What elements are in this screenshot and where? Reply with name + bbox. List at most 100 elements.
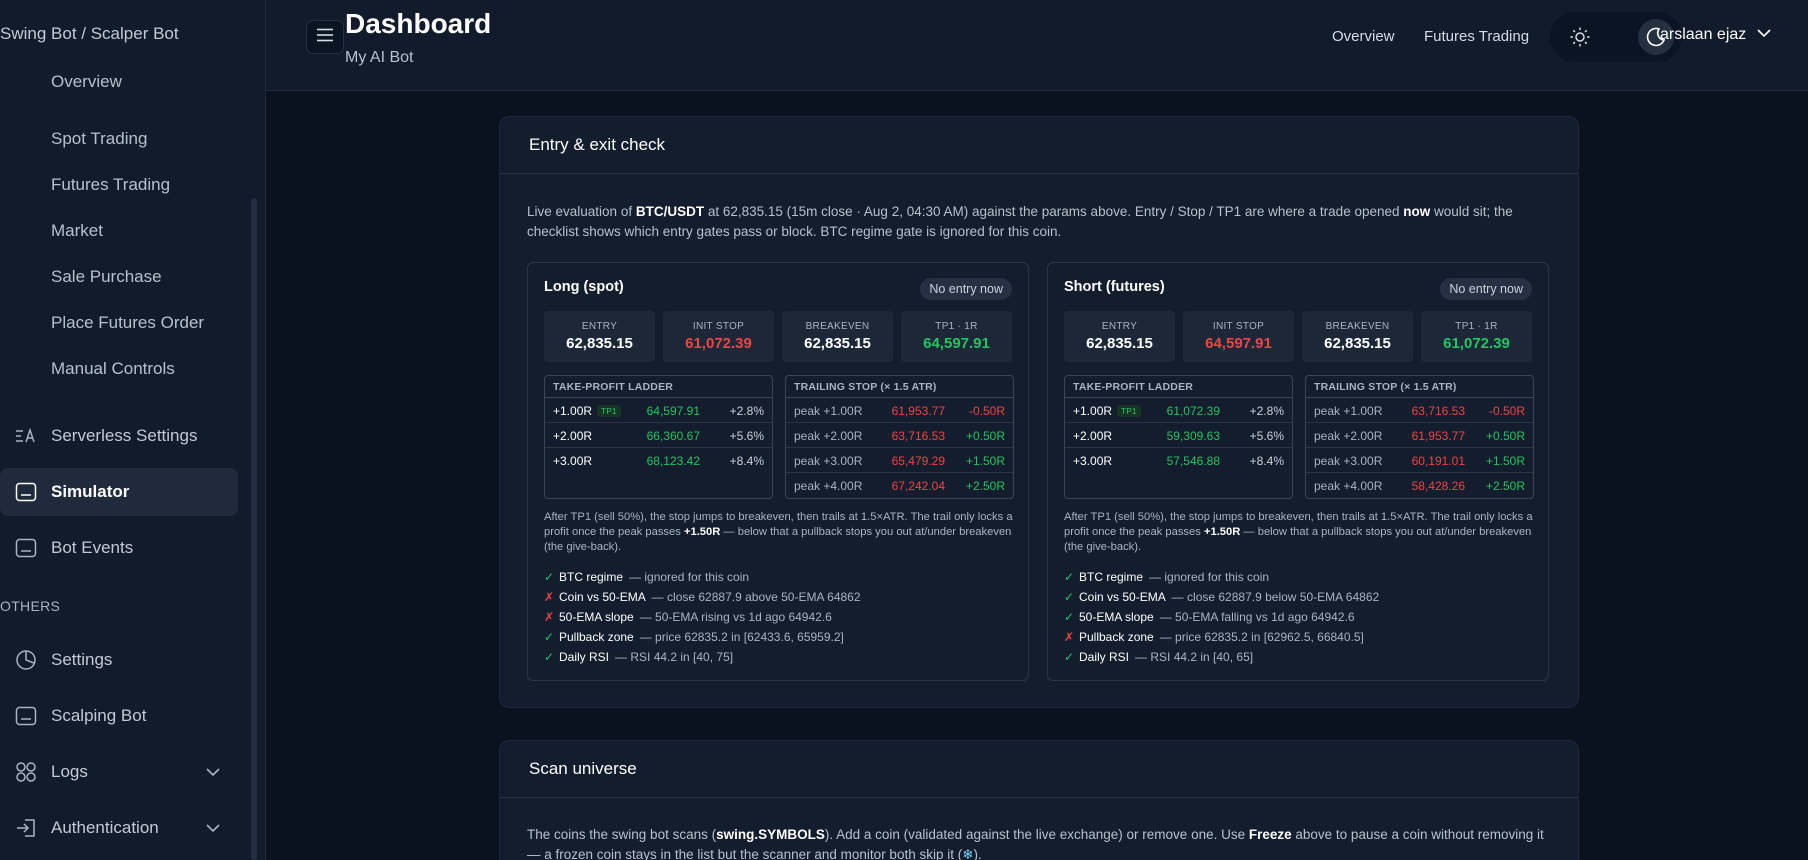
chevron-down-icon (1746, 26, 1772, 44)
check-item: ✓ Daily RSI — RSI 44.2 in [40, 75] (544, 650, 734, 664)
take-profit-ladder: TAKE-PROFIT LADDER +1.00R TP1 64,597.91 +2.… (544, 375, 773, 499)
trailing-stop-table: TRAILING STOP (× 1.5 ATR) peak +1.00R 63,… (1305, 375, 1534, 499)
sidebar-item-label: Simulator (51, 482, 130, 501)
status-badge: No entry now (920, 278, 1012, 300)
table-row: +3.00R 57,546.88 +8.4% (1073, 454, 1284, 468)
tp1-tag: TP1 (597, 405, 621, 417)
short-panel: Short (futures) No entry now ENTRY 62,835… (1047, 262, 1549, 681)
menu-icon (316, 28, 334, 47)
authentication-icon (14, 816, 38, 840)
table-row: peak +4.00R 67,242.04 +2.50R (794, 479, 1005, 493)
sidebar-item-label: Bot Events (51, 538, 134, 557)
sidebar-item-spot-trading[interactable]: Spot Trading (51, 129, 147, 149)
top-header: Dashboard My AI Bot Overview Futures Tra… (266, 0, 1808, 91)
sidebar-item-label: Settings (51, 650, 113, 669)
sun-icon[interactable] (1568, 25, 1592, 49)
stat-init-stop: INIT STOP 61,072.39 (663, 311, 774, 362)
user-name: arslaan ejaz (1660, 26, 1747, 43)
stat-breakeven: BREAKEVEN 62,835.15 (1302, 311, 1413, 362)
simulator-icon (14, 480, 38, 504)
table-row: +1.00R TP1 64,597.91 +2.8% (545, 398, 772, 423)
sidebar-item-scalping-bot[interactable]: Scalping Bot (0, 692, 238, 740)
sidebar-item-manual-controls[interactable]: Manual Controls (51, 359, 175, 379)
chevron-down-icon (205, 764, 221, 785)
sidebar-item-simulator[interactable]: Simulator (0, 468, 238, 516)
trailing-stop-table: TRAILING STOP (× 1.5 ATR) peak +1.00R 61,… (785, 375, 1014, 499)
scan-universe-card: Scan universe The coins the swing bot sc… (499, 740, 1579, 860)
sidebar: Swing Bot / Scalper Bot Overview Spot Tr… (0, 0, 266, 860)
panel-title: Short (futures) (1064, 279, 1165, 295)
table-row: peak +1.00R 61,953.77 -0.50R (786, 398, 1013, 423)
scalping-bot-icon (14, 704, 38, 728)
stat-breakeven: BREAKEVEN 62,835.15 (782, 311, 893, 362)
table-row: peak +2.00R 61,953.77 +0.50R (1306, 423, 1533, 448)
table-row: +1.00R TP1 61,072.39 +2.8% (1065, 398, 1292, 423)
sidebar-item-sale-purchase[interactable]: Sale Purchase (51, 267, 162, 287)
snowflake-icon: ❄ (962, 846, 974, 860)
table-row: peak +3.00R 60,191.01 +1.50R (1306, 448, 1533, 473)
check-item: ✓ Pullback zone — price 62835.2 in [62433.… (544, 630, 844, 644)
sidebar-item-label: Scalping Bot (51, 706, 147, 725)
sidebar-section-others: OTHERS (0, 598, 61, 614)
page-subtitle: My AI Bot (345, 49, 414, 66)
check-item: ✓ 50-EMA slope — 50-EMA falling vs 1d ago … (1064, 610, 1355, 624)
card-title: Scan universe (500, 741, 1578, 798)
sidebar-item-overview[interactable]: Overview (51, 72, 122, 92)
check-item: ✓ Coin vs 50-EMA — close 62887.9 below 50-… (1064, 590, 1380, 604)
sidebar-item-bot-events[interactable]: Bot Events (0, 524, 238, 572)
brand-title: Swing Bot / Scalper Bot (0, 24, 179, 43)
logs-icon (14, 760, 38, 784)
stat-tp1: TP1 · 1R 64,597.91 (901, 311, 1012, 362)
check-item: ✗ Pullback zone — price 62835.2 in [62962.… (1064, 630, 1364, 644)
check-item: ✓ Daily RSI — RSI 44.2 in [40, 65] (1064, 650, 1254, 664)
trailing-note: After TP1 (sell 50%), the stop jumps to … (1064, 511, 1533, 553)
check-item: ✓ BTC regime — ignored for this coin (1064, 570, 1270, 584)
serverless-icon (14, 424, 38, 448)
menu-toggle-button[interactable] (306, 20, 344, 54)
table-row: peak +4.00R 58,428.26 +2.50R (1314, 479, 1525, 493)
sidebar-item-label: Serverless Settings (51, 426, 198, 445)
check-item: ✗ Coin vs 50-EMA — close 62887.9 above 50-… (544, 590, 861, 604)
stat-entry: ENTRY 62,835.15 (544, 311, 655, 362)
sidebar-item-authentication[interactable]: Authentication (0, 804, 238, 852)
sidebar-item-place-futures-order[interactable]: Place Futures Order (51, 313, 204, 333)
table-row: +2.00R 59,309.63 +5.6% (1065, 423, 1292, 448)
table-row: peak +1.00R 63,716.53 -0.50R (1306, 398, 1533, 423)
chevron-down-icon (205, 820, 221, 841)
table-row: +2.00R 66,360.67 +5.6% (545, 423, 772, 448)
table-row: +3.00R 68,123.42 +8.4% (553, 454, 764, 468)
sidebar-item-futures-trading[interactable]: Futures Trading (51, 175, 170, 195)
check-item: ✗ 50-EMA slope — 50-EMA rising vs 1d ago 6… (544, 610, 832, 624)
take-profit-ladder: TAKE-PROFIT LADDER +1.00R TP1 61,072.39 +2.… (1064, 375, 1293, 499)
bot-events-icon (14, 536, 38, 560)
stat-tp1: TP1 · 1R 61,072.39 (1421, 311, 1532, 362)
stat-init-stop: INIT STOP 64,597.91 (1183, 311, 1294, 362)
sidebar-scrollbar[interactable] (251, 198, 257, 860)
status-badge: No entry now (1440, 278, 1532, 300)
panel-title: Long (spot) (544, 279, 624, 295)
sidebar-item-serverless-settings[interactable]: Serverless Settings (0, 412, 238, 460)
evaluation-description: Live evaluation of BTC/USDT at 62,835.15… (527, 204, 1513, 239)
sidebar-item-market[interactable]: Market (51, 221, 103, 241)
trailing-note: After TP1 (sell 50%), the stop jumps to … (544, 511, 1013, 553)
long-panel: Long (spot) No entry now ENTRY 62,835.15 … (527, 262, 1029, 681)
sidebar-item-settings[interactable]: Settings (0, 636, 238, 684)
user-menu[interactable]: arslaan ejaz (1660, 26, 1772, 44)
nav-link-overview[interactable]: Overview (1332, 28, 1395, 45)
entry-checklist: ✓ BTC regime — ignored for this coin ✗ Coin… (544, 567, 1014, 667)
nav-link-futures-trading[interactable]: Futures Trading (1424, 28, 1529, 45)
table-row: peak +2.00R 63,716.53 +0.50R (786, 423, 1013, 448)
sidebar-item-label: Logs (51, 762, 88, 781)
card-title: Entry & exit check (500, 117, 1578, 174)
sidebar-item-logs[interactable]: Logs (0, 748, 238, 796)
check-item: ✓ BTC regime — ignored for this coin (544, 570, 750, 584)
scan-description: The coins the swing bot scans (swing.SYM… (527, 827, 1544, 860)
entry-exit-card: Entry & exit check Live evaluation of BT… (499, 116, 1579, 708)
stat-entry: ENTRY 62,835.15 (1064, 311, 1175, 362)
entry-checklist: ✓ BTC regime — ignored for this coin ✓ Coin… (1064, 567, 1534, 667)
tp1-tag: TP1 (1117, 405, 1141, 417)
page-title: Dashboard (345, 8, 492, 39)
table-row: peak +3.00R 65,479.29 +1.50R (786, 448, 1013, 473)
sidebar-item-label: Authentication (51, 818, 159, 837)
settings-icon (14, 648, 38, 672)
